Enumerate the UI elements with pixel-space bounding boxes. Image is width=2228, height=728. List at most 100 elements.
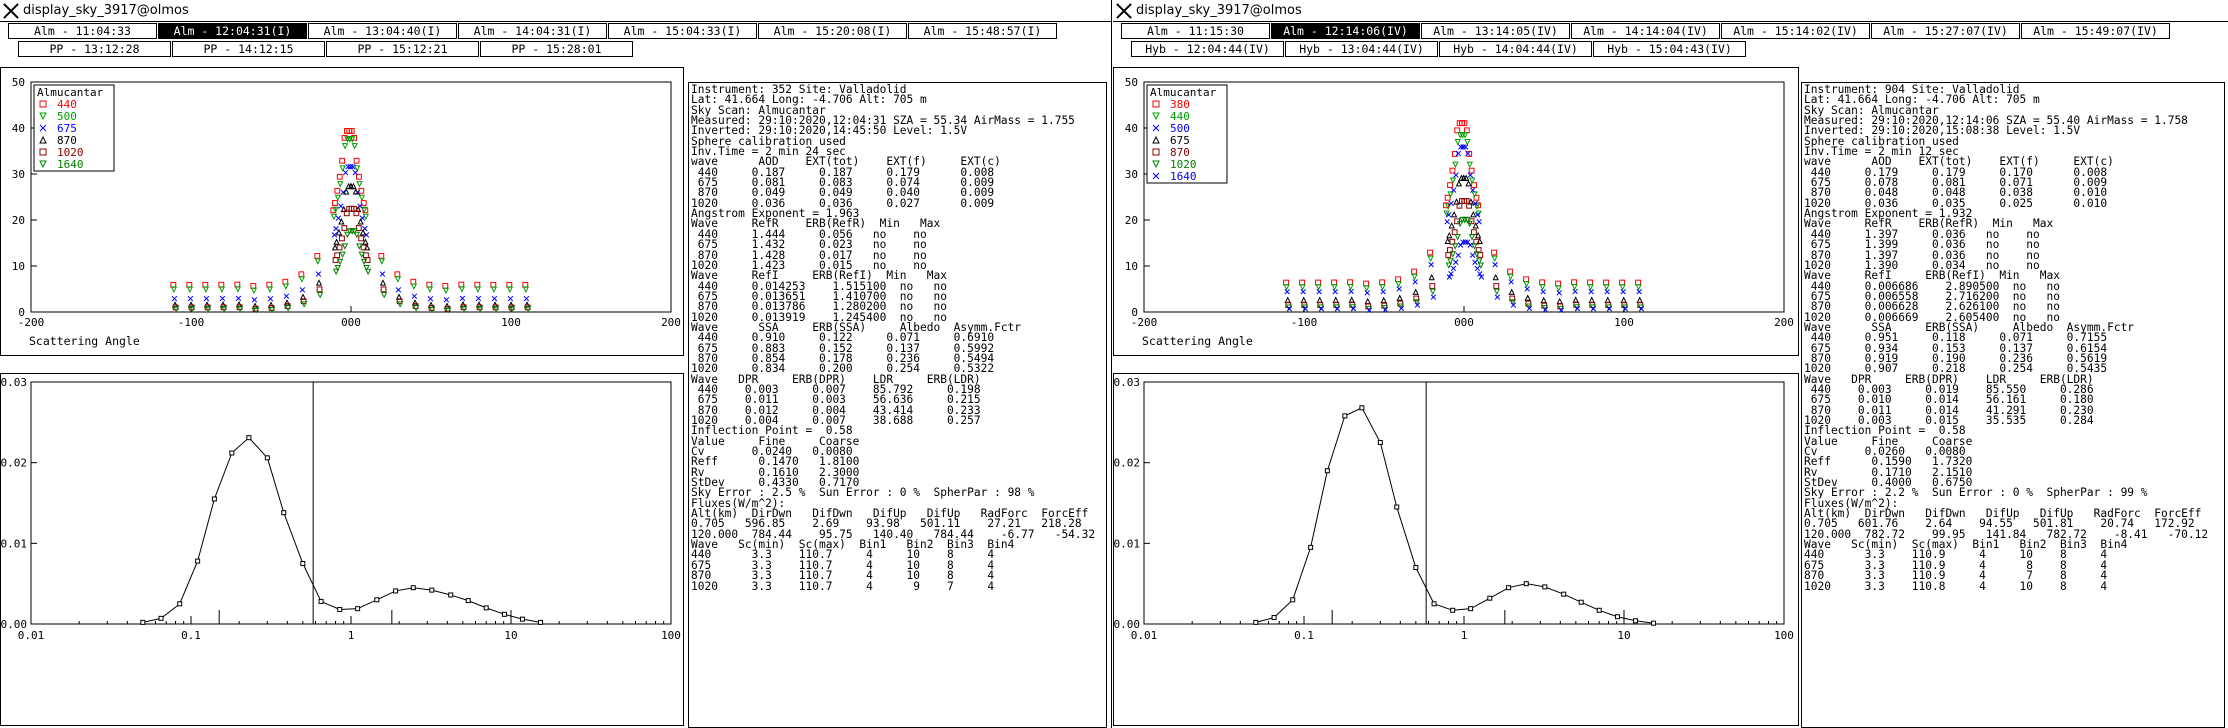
data-point bbox=[345, 163, 351, 170]
data-point bbox=[429, 587, 435, 593]
scan-tab[interactable]: Hyb - 12:04:44(IV) bbox=[1131, 41, 1284, 57]
sky-radiance-plot: 01020304050-200 -100 000 100 200Scattering A… bbox=[12, 76, 681, 348]
data-point bbox=[251, 297, 258, 303]
scan-tab[interactable]: Alm - 14:14:04(IV) bbox=[1571, 23, 1720, 39]
data-point bbox=[283, 293, 290, 299]
data-point bbox=[1494, 294, 1501, 300]
data-point bbox=[1604, 288, 1610, 295]
plot-axes-box bbox=[30, 81, 672, 313]
data-point bbox=[355, 225, 362, 231]
scan-tab[interactable]: Alm - 15:14:02(IV) bbox=[1721, 23, 1870, 39]
data-point bbox=[177, 601, 183, 607]
data-point bbox=[1300, 288, 1306, 295]
data-point bbox=[1493, 283, 1500, 289]
data-point bbox=[1491, 255, 1498, 263]
data-point bbox=[335, 228, 343, 236]
scan-tab[interactable]: Alm - 15:27:07(IV) bbox=[1871, 23, 2020, 39]
data-point bbox=[1455, 150, 1462, 157]
data-point bbox=[1448, 200, 1454, 207]
data-point bbox=[426, 281, 433, 288]
data-point bbox=[442, 287, 450, 295]
inversion-results-text: Instrument: 352 Site: Valladolid Lat: 41… bbox=[691, 83, 1096, 593]
scan-tab[interactable]: PP - 15:12:21 bbox=[326, 41, 479, 57]
data-point bbox=[1572, 288, 1578, 295]
scan-tab[interactable]: Alm - 11:15:30 bbox=[1121, 23, 1270, 39]
data-point bbox=[1284, 296, 1291, 303]
size-distribution-curve bbox=[142, 436, 541, 623]
scan-tab[interactable]: Alm - 12:14:06(IV) bbox=[1271, 23, 1420, 39]
y-tick-label: 0.02 bbox=[1, 457, 27, 470]
data-point bbox=[1300, 296, 1307, 303]
data-point bbox=[364, 268, 372, 276]
scan-tab[interactable]: Alm - 13:04:40(I) bbox=[308, 23, 457, 39]
scan-tab[interactable]: Alm - 14:04:31(I) bbox=[458, 23, 607, 39]
scan-tab[interactable]: Hyb - 14:04:44(IV) bbox=[1439, 41, 1592, 57]
data-point bbox=[1428, 261, 1434, 268]
y-tick-label: 20 bbox=[12, 214, 25, 227]
data-point bbox=[1324, 468, 1330, 474]
series-1640 bbox=[1286, 239, 1645, 314]
scan-tab[interactable]: PP - 13:12:28 bbox=[18, 41, 171, 57]
x-tick-label: -100 bbox=[1291, 316, 1318, 329]
data-point bbox=[266, 286, 274, 293]
scan-tab[interactable]: Alm - 15:04:33(I) bbox=[608, 23, 757, 39]
scan-tab[interactable]: Alm - 15:20:08(I) bbox=[758, 23, 907, 39]
data-point bbox=[426, 286, 434, 293]
data-point bbox=[1412, 288, 1419, 295]
data-point bbox=[490, 281, 497, 288]
data-point bbox=[341, 143, 349, 150]
x-tick-label: 200 bbox=[661, 316, 681, 329]
data-point bbox=[333, 225, 339, 232]
data-point bbox=[1455, 252, 1461, 258]
scan-tab[interactable]: Alm - 12:04:31(I) bbox=[158, 23, 307, 39]
scan-tab[interactable]: Hyb - 13:04:44(IV) bbox=[1285, 41, 1438, 57]
window-titlebar[interactable]: display_sky_3917@olmos bbox=[1113, 0, 2228, 22]
data-point bbox=[1472, 259, 1478, 266]
series-500 bbox=[170, 136, 530, 295]
plot-axes-box bbox=[30, 381, 672, 625]
data-point bbox=[475, 295, 482, 302]
data-point bbox=[1596, 607, 1602, 613]
data-point bbox=[1539, 279, 1545, 286]
data-point bbox=[335, 215, 342, 221]
data-point bbox=[522, 281, 529, 288]
data-point bbox=[1315, 279, 1321, 286]
sky-window-left: display_sky_3917@olmos Alm - 11:04:33 Alm… bbox=[0, 0, 1112, 728]
x-tick-label: -100 bbox=[178, 316, 205, 329]
window-title: display_sky_3917@olmos bbox=[1136, 3, 1302, 18]
scan-tab[interactable]: Hyb - 15:04:43(IV) bbox=[1593, 41, 1746, 57]
data-point bbox=[314, 258, 322, 265]
scan-tab[interactable]: PP - 15:28:01 bbox=[480, 41, 633, 57]
data-point bbox=[1253, 619, 1259, 625]
series-870 bbox=[171, 182, 531, 309]
scan-tab[interactable]: PP - 14:12:15 bbox=[172, 41, 325, 57]
scan-tab[interactable]: Alm - 11:04:33 bbox=[8, 23, 157, 39]
data-point bbox=[1614, 614, 1620, 620]
scan-tab[interactable]: Alm - 15:49:07(IV) bbox=[2021, 23, 2170, 39]
data-point bbox=[1453, 259, 1459, 266]
scan-tab[interactable]: Alm - 15:48:57(I) bbox=[908, 23, 1057, 39]
data-point bbox=[1290, 597, 1296, 603]
data-point bbox=[520, 616, 526, 622]
data-point bbox=[1379, 284, 1386, 291]
sky-window-right: display_sky_3917@olmos Alm - 11:15:30 Alm… bbox=[1113, 0, 2228, 728]
scan-tab[interactable]: Alm - 13:14:05(IV) bbox=[1421, 23, 1570, 39]
data-point bbox=[1271, 615, 1277, 621]
data-point bbox=[264, 455, 270, 461]
window-titlebar[interactable]: display_sky_3917@olmos bbox=[0, 0, 1111, 22]
data-point bbox=[187, 295, 194, 302]
data-point bbox=[507, 295, 514, 302]
data-point bbox=[347, 163, 354, 170]
y-tick-label: 50 bbox=[12, 76, 25, 89]
size-distribution-plot-frame: 0.00 0.01 0.02 0.03 0.01 0.1 1 10 100 bbox=[0, 373, 684, 726]
y-tick-label: 0.01 bbox=[1, 537, 27, 550]
data-point bbox=[281, 510, 287, 516]
data-point bbox=[1316, 288, 1322, 295]
data-point bbox=[1448, 222, 1455, 229]
data-point bbox=[267, 296, 274, 302]
data-point bbox=[1651, 620, 1657, 626]
data-point bbox=[1620, 296, 1627, 303]
y-tick-label: 0.03 bbox=[1114, 376, 1140, 389]
data-point bbox=[1429, 288, 1437, 296]
data-point bbox=[235, 295, 242, 302]
